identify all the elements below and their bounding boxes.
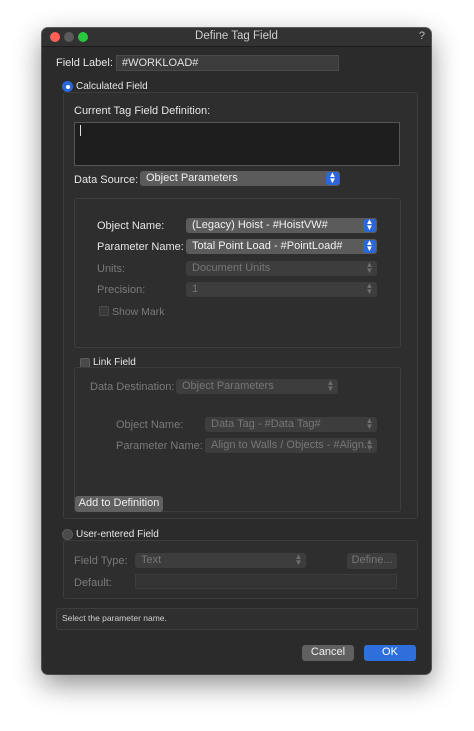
- status-text: Select the parameter name.: [62, 613, 167, 623]
- data-destination-label: Data Destination:: [90, 381, 175, 393]
- user-entered-field-radio[interactable]: [62, 529, 73, 540]
- chevron-updown-icon: ▲ ▼: [365, 282, 374, 296]
- data-source-label: Data Source:: [74, 174, 139, 186]
- object-name-popup[interactable]: (Legacy) Hoist - #HoistVW# ▲ ▼: [186, 218, 377, 233]
- calculated-field-radio[interactable]: [62, 81, 73, 92]
- chevron-updown-icon: ▲ ▼: [365, 417, 374, 431]
- chevron-updown-icon: ▲ ▼: [363, 239, 376, 253]
- title-bar: Define Tag Field ?: [42, 28, 431, 47]
- calculated-field-label: Calculated Field: [76, 81, 148, 92]
- data-destination-value: Object Parameters: [182, 380, 274, 392]
- chevron-updown-icon: ▲ ▼: [365, 438, 374, 452]
- link-object-name-popup[interactable]: Data Tag - #Data Tag# ▲ ▼: [205, 417, 377, 432]
- chevron-updown-icon: ▲ ▼: [294, 553, 303, 567]
- object-name-value: (Legacy) Hoist - #HoistVW#: [192, 219, 328, 231]
- link-parameter-name-label: Parameter Name:: [116, 440, 203, 452]
- chevron-updown-icon: ▲ ▼: [326, 379, 335, 393]
- add-to-definition-button[interactable]: Add to Definition: [75, 496, 163, 512]
- ok-button[interactable]: OK: [364, 645, 416, 661]
- show-mark-checkbox[interactable]: [99, 306, 109, 316]
- user-entered-field-label: User-entered Field: [76, 529, 159, 540]
- link-object-name-value: Data Tag - #Data Tag#: [211, 418, 321, 430]
- object-name-label: Object Name:: [97, 220, 165, 232]
- units-popup[interactable]: Document Units ▲ ▼: [186, 261, 377, 276]
- definition-textarea[interactable]: [74, 122, 400, 166]
- precision-value: 1: [192, 283, 199, 295]
- chevron-updown-icon: ▲ ▼: [365, 261, 374, 275]
- default-input[interactable]: [135, 574, 397, 589]
- field-label-label: Field Label:: [56, 57, 113, 69]
- link-parameter-name-popup[interactable]: Align to Walls / Objects - #Align... ▲ ▼: [205, 438, 377, 453]
- define-tag-field-dialog: Define Tag Field ? Field Label: #WORKLOA…: [42, 28, 431, 674]
- link-object-name-label: Object Name:: [116, 419, 184, 431]
- field-type-popup[interactable]: Text ▲ ▼: [135, 553, 306, 568]
- chevron-updown-icon: ▲ ▼: [363, 218, 376, 232]
- parameter-name-popup[interactable]: Total Point Load - #PointLoad# ▲ ▼: [186, 239, 377, 254]
- field-label-input[interactable]: #WORKLOAD#: [116, 55, 339, 71]
- field-type-value: Text: [141, 554, 162, 566]
- link-parameter-name-value: Align to Walls / Objects - #Align...: [211, 439, 374, 451]
- chevron-updown-icon: ▲ ▼: [326, 171, 339, 185]
- default-label: Default:: [74, 577, 112, 589]
- precision-label: Precision:: [97, 284, 146, 296]
- definition-label: Current Tag Field Definition:: [74, 105, 211, 117]
- data-source-popup[interactable]: Object Parameters ▲ ▼: [140, 171, 340, 186]
- cancel-button[interactable]: Cancel: [302, 645, 354, 661]
- text-caret: [80, 125, 81, 136]
- data-destination-popup[interactable]: Object Parameters ▲ ▼: [176, 379, 338, 394]
- parameter-name-label: Parameter Name:: [97, 241, 184, 253]
- units-value: Document Units: [192, 262, 271, 274]
- help-icon[interactable]: ?: [419, 30, 425, 42]
- user-entered-group: [63, 540, 418, 599]
- window-title: Define Tag Field: [195, 30, 278, 42]
- units-label: Units:: [97, 263, 126, 275]
- define-button[interactable]: Define...: [347, 553, 397, 569]
- show-mark-label: Show Mark: [112, 306, 165, 318]
- field-type-label: Field Type:: [74, 555, 128, 567]
- precision-popup[interactable]: 1 ▲ ▼: [186, 282, 377, 297]
- data-source-value: Object Parameters: [146, 172, 238, 184]
- parameter-name-value: Total Point Load - #PointLoad#: [192, 240, 343, 252]
